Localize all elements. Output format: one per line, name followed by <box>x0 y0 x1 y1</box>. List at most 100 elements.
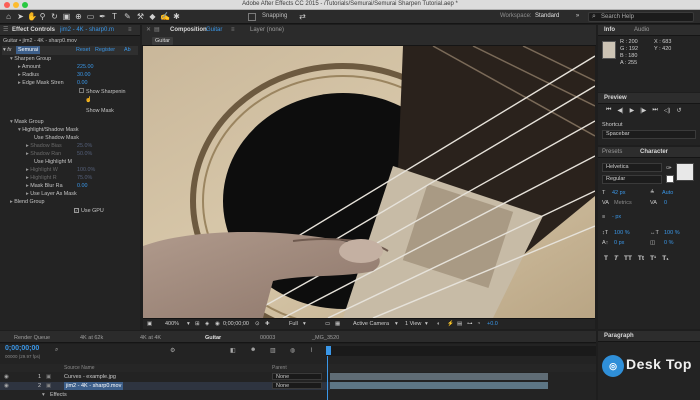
pixel-aspect-icon[interactable]: ◐ <box>437 321 440 328</box>
kerning-value[interactable]: Metrics <box>614 199 632 207</box>
layer-source-name[interactable]: Curves - example.jpg <box>64 373 116 381</box>
horizontal-scale-value[interactable]: 100 % <box>664 229 680 237</box>
shape-tool-icon[interactable]: ▭ <box>86 12 95 21</box>
tab-paragraph[interactable]: Paragraph <box>604 331 634 341</box>
composition-settings-icon[interactable]: ⚙ <box>170 347 175 354</box>
search-help-input[interactable]: ⌕ Search Help <box>588 12 694 22</box>
graph-editor-icon[interactable]: ⌇ <box>310 347 313 354</box>
tab-mg-3520[interactable]: _MG_3520 <box>312 333 339 343</box>
composition-name[interactable]: Guitar <box>206 25 222 35</box>
superscript-icon[interactable]: T¹ <box>650 255 656 262</box>
resolution-select[interactable]: Full <box>289 321 298 328</box>
indent-value[interactable]: - px <box>612 213 621 221</box>
fx-icon[interactable]: ▾ fx <box>3 46 11 54</box>
snap-options-icon[interactable]: ⇄ <box>298 12 307 21</box>
tab-character[interactable]: Character <box>640 147 668 157</box>
edge-mask-value[interactable]: 0.00 <box>77 79 88 87</box>
tab-effect-controls[interactable]: Effect Controls <box>12 25 55 35</box>
layer-row-2[interactable]: ◉ 2 ▣ jim2 - 4K - sharp0.mov None <box>0 382 330 390</box>
shy-layers-icon[interactable]: ☻ <box>250 347 256 353</box>
exposure-value[interactable]: +0.0 <box>487 321 498 328</box>
workspace-select[interactable]: Standard <box>535 13 559 19</box>
tab-info[interactable]: Info <box>604 25 615 35</box>
tab-00003[interactable]: 00003 <box>260 333 275 343</box>
loop-icon[interactable]: ↺ <box>676 107 681 114</box>
layer-visibility-icon[interactable]: ◉ <box>4 373 9 381</box>
selection-tool-icon[interactable]: ➤ <box>16 12 25 21</box>
amount-value[interactable]: 225.00 <box>77 63 94 71</box>
faux-bold-icon[interactable]: T <box>604 255 608 262</box>
timeline-timecode[interactable]: 0;00;00;00 <box>5 345 39 352</box>
blend-group-row[interactable]: ▸ Blend Group <box>10 198 45 206</box>
tab-4k-at-4k[interactable]: 4K at 4K <box>140 333 161 343</box>
playhead-line[interactable] <box>327 356 328 400</box>
view-layout-select[interactable]: 1 View <box>405 321 421 328</box>
composition-viewer[interactable] <box>143 46 595 318</box>
hand-tool-icon[interactable]: ✋ <box>27 12 37 21</box>
use-layer-as-mask-row[interactable]: ▸ Use Layer As Mask <box>26 190 77 198</box>
tracking-value[interactable]: 0 <box>664 199 667 207</box>
roto-brush-tool-icon[interactable]: ✍ <box>160 12 170 21</box>
panel-options-icon[interactable]: ≡ <box>128 25 132 35</box>
eraser-tool-icon[interactable]: ◆ <box>148 12 157 21</box>
layer-parent-select[interactable]: None <box>272 382 322 389</box>
resolution-dropdown-icon[interactable]: ▾ <box>303 321 306 328</box>
transparency-grid-icon[interactable]: ▦ <box>335 321 340 328</box>
baseline-value[interactable]: 0 px <box>614 239 624 247</box>
tab-presets[interactable]: Presets <box>602 147 622 157</box>
pen-tool-icon[interactable]: ✒ <box>98 12 107 21</box>
subscript-icon[interactable]: T₁ <box>662 255 669 262</box>
mute-icon[interactable]: ◁) <box>664 107 671 114</box>
zoom-level-select[interactable]: 400% <box>165 321 179 328</box>
effect-controls-layer-name[interactable]: jim2 - 4K - sharp0.m <box>60 25 120 35</box>
region-of-interest-icon[interactable]: ▭ <box>325 321 330 328</box>
type-tool-icon[interactable]: T <box>110 12 119 21</box>
motion-blur-icon[interactable]: ◍ <box>290 347 295 354</box>
zoom-dropdown-icon[interactable]: ▾ <box>187 321 190 328</box>
use-shadow-mask-checkbox[interactable]: Use Shadow Mask <box>34 134 79 142</box>
layer-source-name[interactable]: jim2 - 4K - sharp0.mov <box>64 382 124 390</box>
layer-row-1[interactable]: ◉ 1 ▣ Curves - example.jpg None <box>0 373 330 381</box>
camera-view-select[interactable]: Active Camera <box>353 321 389 328</box>
time-ruler[interactable] <box>326 346 596 356</box>
sharpen-group-row[interactable]: ▾ Sharpen Group <box>10 55 51 63</box>
fast-previews-icon[interactable]: ⚡ <box>447 321 454 328</box>
layer-visibility-icon[interactable]: ◉ <box>4 382 9 390</box>
camera-tool-icon[interactable]: ▣ <box>62 12 71 21</box>
effect-about-link[interactable]: Ab <box>124 46 131 54</box>
font-style-select[interactable]: Regular <box>602 175 662 184</box>
tab-render-queue[interactable]: Render Queue <box>14 333 50 343</box>
tab-4k-at-62k[interactable]: 4K at 62k <box>80 333 103 343</box>
shadow-range-value[interactable]: 50.0% <box>77 150 92 158</box>
workspace-menu-icon[interactable]: » <box>573 12 582 21</box>
tsume-value[interactable]: 0 % <box>664 239 673 247</box>
timeline-icon[interactable]: ▤ <box>457 321 462 328</box>
tab-audio[interactable]: Audio <box>634 25 649 35</box>
radius-value[interactable]: 30.00 <box>77 71 91 79</box>
zoom-tool-icon[interactable]: ⚲ <box>38 12 47 21</box>
leading-value[interactable]: Auto <box>662 189 673 197</box>
tab-composition[interactable]: Composition <box>170 25 207 35</box>
use-gpu-checkbox[interactable]: ✓ Use GPU <box>74 207 104 215</box>
clone-stamp-tool-icon[interactable]: ⚒ <box>136 12 145 21</box>
playhead-marker[interactable] <box>326 346 331 355</box>
effect-register-link[interactable]: Register <box>95 46 115 54</box>
camera-dropdown-icon[interactable]: ▾ <box>395 321 398 328</box>
channel-icon[interactable]: ✚ <box>265 321 270 328</box>
eyedropper-icon[interactable]: ✑ <box>666 164 672 172</box>
last-frame-icon[interactable]: ⏭ <box>652 107 657 114</box>
layer-parent-select[interactable]: None <box>272 373 322 380</box>
show-sharpening-checkbox[interactable]: Show Sharpenin <box>79 88 126 96</box>
draft-3d-icon[interactable]: ◧ <box>230 347 236 354</box>
snapping-checkbox[interactable] <box>248 13 256 21</box>
timeline-search-icon[interactable]: ⌕ <box>55 347 58 354</box>
home-icon[interactable]: ⌂ <box>4 12 13 21</box>
exposure-reset-icon[interactable]: ◔ <box>477 321 480 328</box>
mask-group-row[interactable]: ▾ Mask Group <box>10 118 44 126</box>
show-mask-checkbox[interactable]: Show Mask <box>79 107 114 115</box>
composition-chip[interactable]: Guitar <box>152 37 173 45</box>
puppet-tool-icon[interactable]: ✱ <box>172 12 181 21</box>
camera-snapshot-icon[interactable]: ◉ <box>215 321 220 328</box>
mask-blur-value[interactable]: 0.00 <box>77 182 88 190</box>
font-family-select[interactable]: Helvetica <box>602 163 662 172</box>
